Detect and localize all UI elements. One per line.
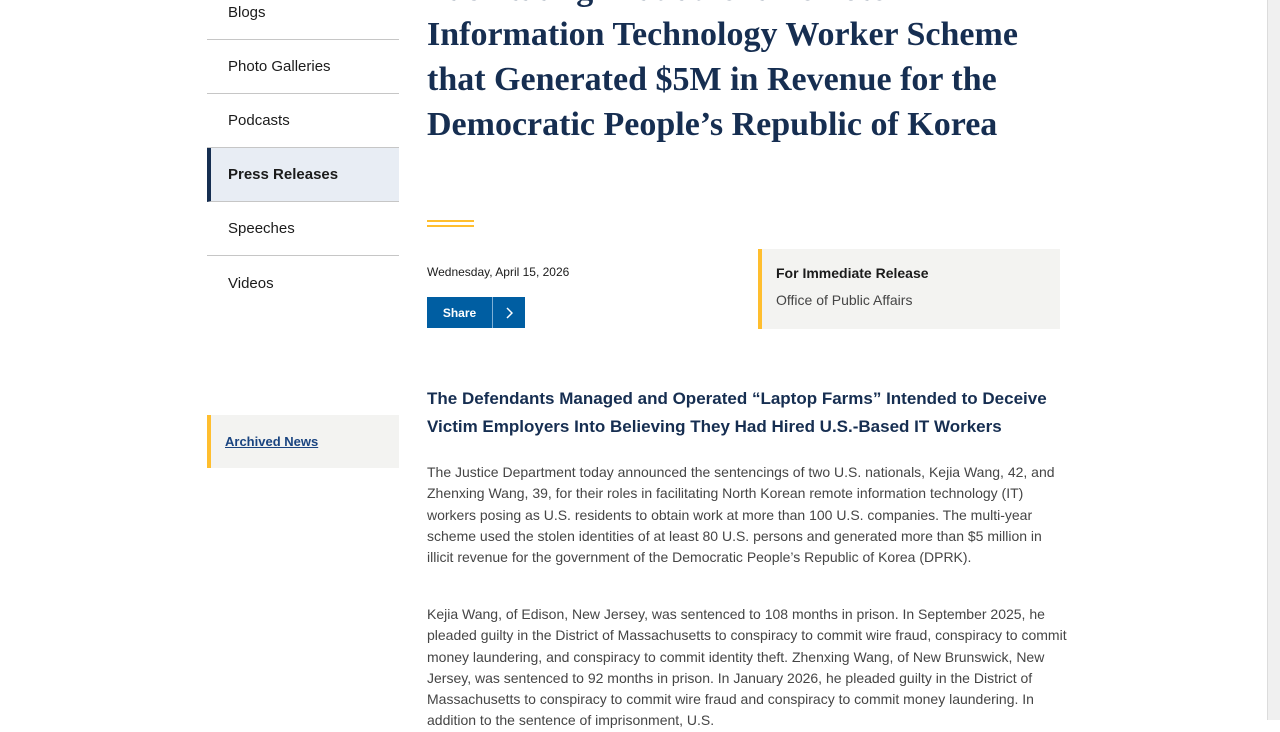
- archived-news-box: Archived News: [207, 415, 399, 468]
- sidebar-item-blogs[interactable]: Blogs: [207, 0, 399, 40]
- release-type: For Immediate Release: [776, 265, 929, 281]
- sidebar-item-speeches[interactable]: Speeches: [207, 202, 399, 256]
- sidebar-item-videos[interactable]: Videos: [207, 256, 399, 310]
- publish-date: Wednesday, April 15, 2026: [427, 265, 570, 279]
- article-paragraph: Kejia Wang, of Edison, New Jersey, was s…: [427, 606, 1067, 729]
- page-title: Facilitating Fraudulent Remote Informati…: [427, 0, 1018, 143]
- share-button[interactable]: Share: [427, 297, 525, 328]
- share-button-label: Share: [427, 297, 493, 328]
- title-divider: [427, 220, 474, 230]
- sidebar-nav: Blogs Photo Galleries Podcasts Press Rel…: [207, 0, 399, 310]
- release-info-box: For Immediate Release Office of Public A…: [758, 249, 1060, 329]
- divider-line: [427, 225, 474, 227]
- article-paragraph: The Justice Department today announced t…: [427, 464, 1055, 566]
- article-subheading: The Defendants Managed and Operated “Lap…: [427, 389, 1047, 436]
- sidebar-item-podcasts[interactable]: Podcasts: [207, 94, 399, 148]
- sidebar-item-label: Speeches: [228, 220, 295, 237]
- sidebar-item-photo-galleries[interactable]: Photo Galleries: [207, 40, 399, 94]
- scrollbar[interactable]: [1267, 0, 1280, 720]
- divider-line: [427, 220, 474, 222]
- chevron-right-icon: [493, 297, 525, 328]
- sidebar-item-label: Podcasts: [228, 112, 290, 129]
- sidebar-item-label: Videos: [228, 274, 274, 292]
- sidebar-item-press-releases[interactable]: Press Releases: [207, 148, 399, 202]
- archived-news-link[interactable]: Archived News: [225, 434, 318, 449]
- sidebar-item-label: Photo Galleries: [228, 58, 331, 75]
- sidebar-item-label: Press Releases: [228, 166, 339, 183]
- release-office: Office of Public Affairs: [776, 292, 913, 308]
- scrollbar-edge: [1267, 0, 1268, 720]
- sidebar-item-label: Blogs: [228, 4, 266, 21]
